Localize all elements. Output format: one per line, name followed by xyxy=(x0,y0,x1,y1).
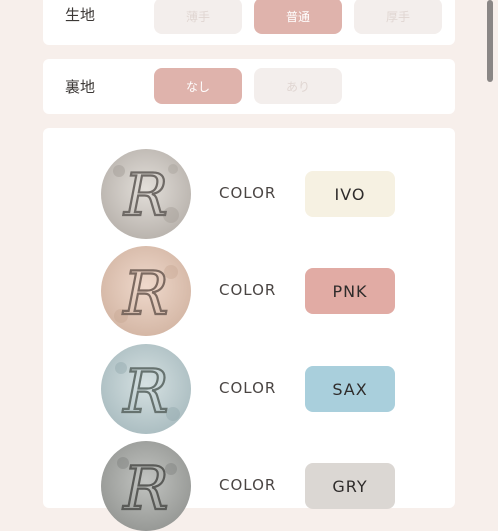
page-margin-left xyxy=(0,0,18,498)
color-chip-sax[interactable]: SAX xyxy=(305,366,395,412)
color-chip-pnk[interactable]: PNK xyxy=(305,268,395,314)
color-row-ivo[interactable]: R COLOR IVO xyxy=(43,149,455,239)
svg-text:R: R xyxy=(123,161,168,229)
monogram-r-icon: R xyxy=(101,149,191,239)
fabric-option-card: 生地 薄手 普通 厚手 xyxy=(43,0,455,45)
color-chip-ivo[interactable]: IVO xyxy=(305,171,395,217)
color-label: COLOR xyxy=(219,281,277,299)
color-row-sax[interactable]: R COLOR SAX xyxy=(43,344,455,434)
monogram-r-icon: R xyxy=(101,246,191,336)
color-label: COLOR xyxy=(219,184,277,202)
monogram-r-icon: R xyxy=(101,344,191,434)
monogram-r-icon: R xyxy=(101,441,191,531)
lining-label: 裏地 xyxy=(65,78,96,96)
fabric-label: 生地 xyxy=(65,6,96,24)
color-swatch-image: R xyxy=(101,246,191,336)
color-label: COLOR xyxy=(219,476,277,494)
color-swatch-image: R xyxy=(101,441,191,531)
color-row-gry[interactable]: R COLOR GRY xyxy=(43,441,455,531)
lining-option-none[interactable]: なし xyxy=(154,68,242,104)
lining-option-card: 裏地 なし あり xyxy=(43,59,455,114)
lining-option-with[interactable]: あり xyxy=(254,68,342,104)
color-list-card: R COLOR IVO R COLOR PNK R COLOR SAX R CO… xyxy=(43,128,455,531)
svg-text:R: R xyxy=(122,357,168,427)
fabric-option-thin[interactable]: 薄手 xyxy=(154,0,242,34)
fabric-option-normal[interactable]: 普通 xyxy=(254,0,342,34)
scrollbar-thumb[interactable] xyxy=(487,0,493,82)
color-row-pnk[interactable]: R COLOR PNK xyxy=(43,246,455,336)
color-swatch-image: R xyxy=(101,344,191,434)
fabric-option-thick[interactable]: 厚手 xyxy=(354,0,442,34)
svg-text:R: R xyxy=(122,259,168,329)
svg-text:R: R xyxy=(122,454,168,524)
color-chip-gry[interactable]: GRY xyxy=(305,463,395,509)
color-label: COLOR xyxy=(219,379,277,397)
color-swatch-image: R xyxy=(101,149,191,239)
